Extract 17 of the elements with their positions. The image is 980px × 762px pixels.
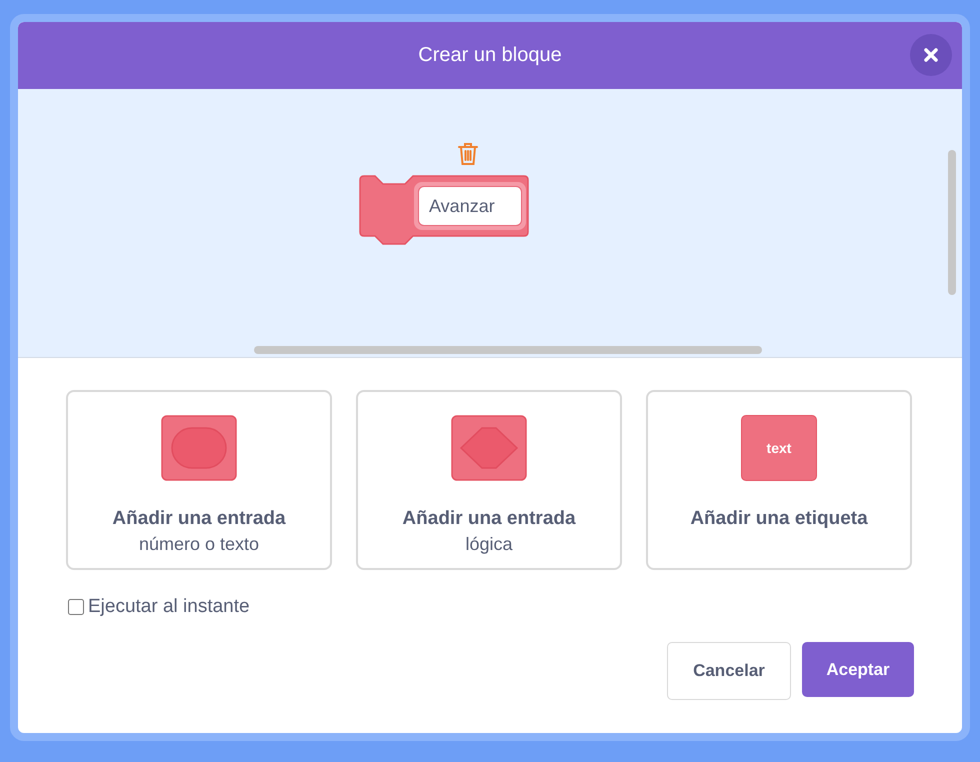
close-icon xyxy=(924,48,938,62)
run-instantly-checkbox[interactable] xyxy=(68,599,84,615)
vertical-scrollbar[interactable] xyxy=(948,150,956,295)
trash-icon[interactable] xyxy=(457,141,479,167)
add-input-option[interactable]: Añadir una entrada número o texto xyxy=(66,390,332,570)
hexagon-input-icon xyxy=(451,415,527,481)
add-input-option[interactable]: text Añadir una etiqueta xyxy=(646,390,912,570)
horizontal-scrollbar[interactable] xyxy=(254,346,762,354)
oval-input-icon xyxy=(161,415,237,481)
add-input-option[interactable]: Añadir una entrada lógica xyxy=(356,390,622,570)
dialog-title: Crear un bloque xyxy=(418,44,562,67)
close-button[interactable] xyxy=(910,34,952,76)
text-label-icon: text xyxy=(741,415,817,481)
cancel-button[interactable]: Cancelar xyxy=(667,642,791,700)
accept-button[interactable]: Aceptar xyxy=(802,642,914,697)
checkbox-label: Ejecutar al instante xyxy=(88,596,250,618)
block-name-field[interactable]: Avanzar xyxy=(418,186,522,226)
